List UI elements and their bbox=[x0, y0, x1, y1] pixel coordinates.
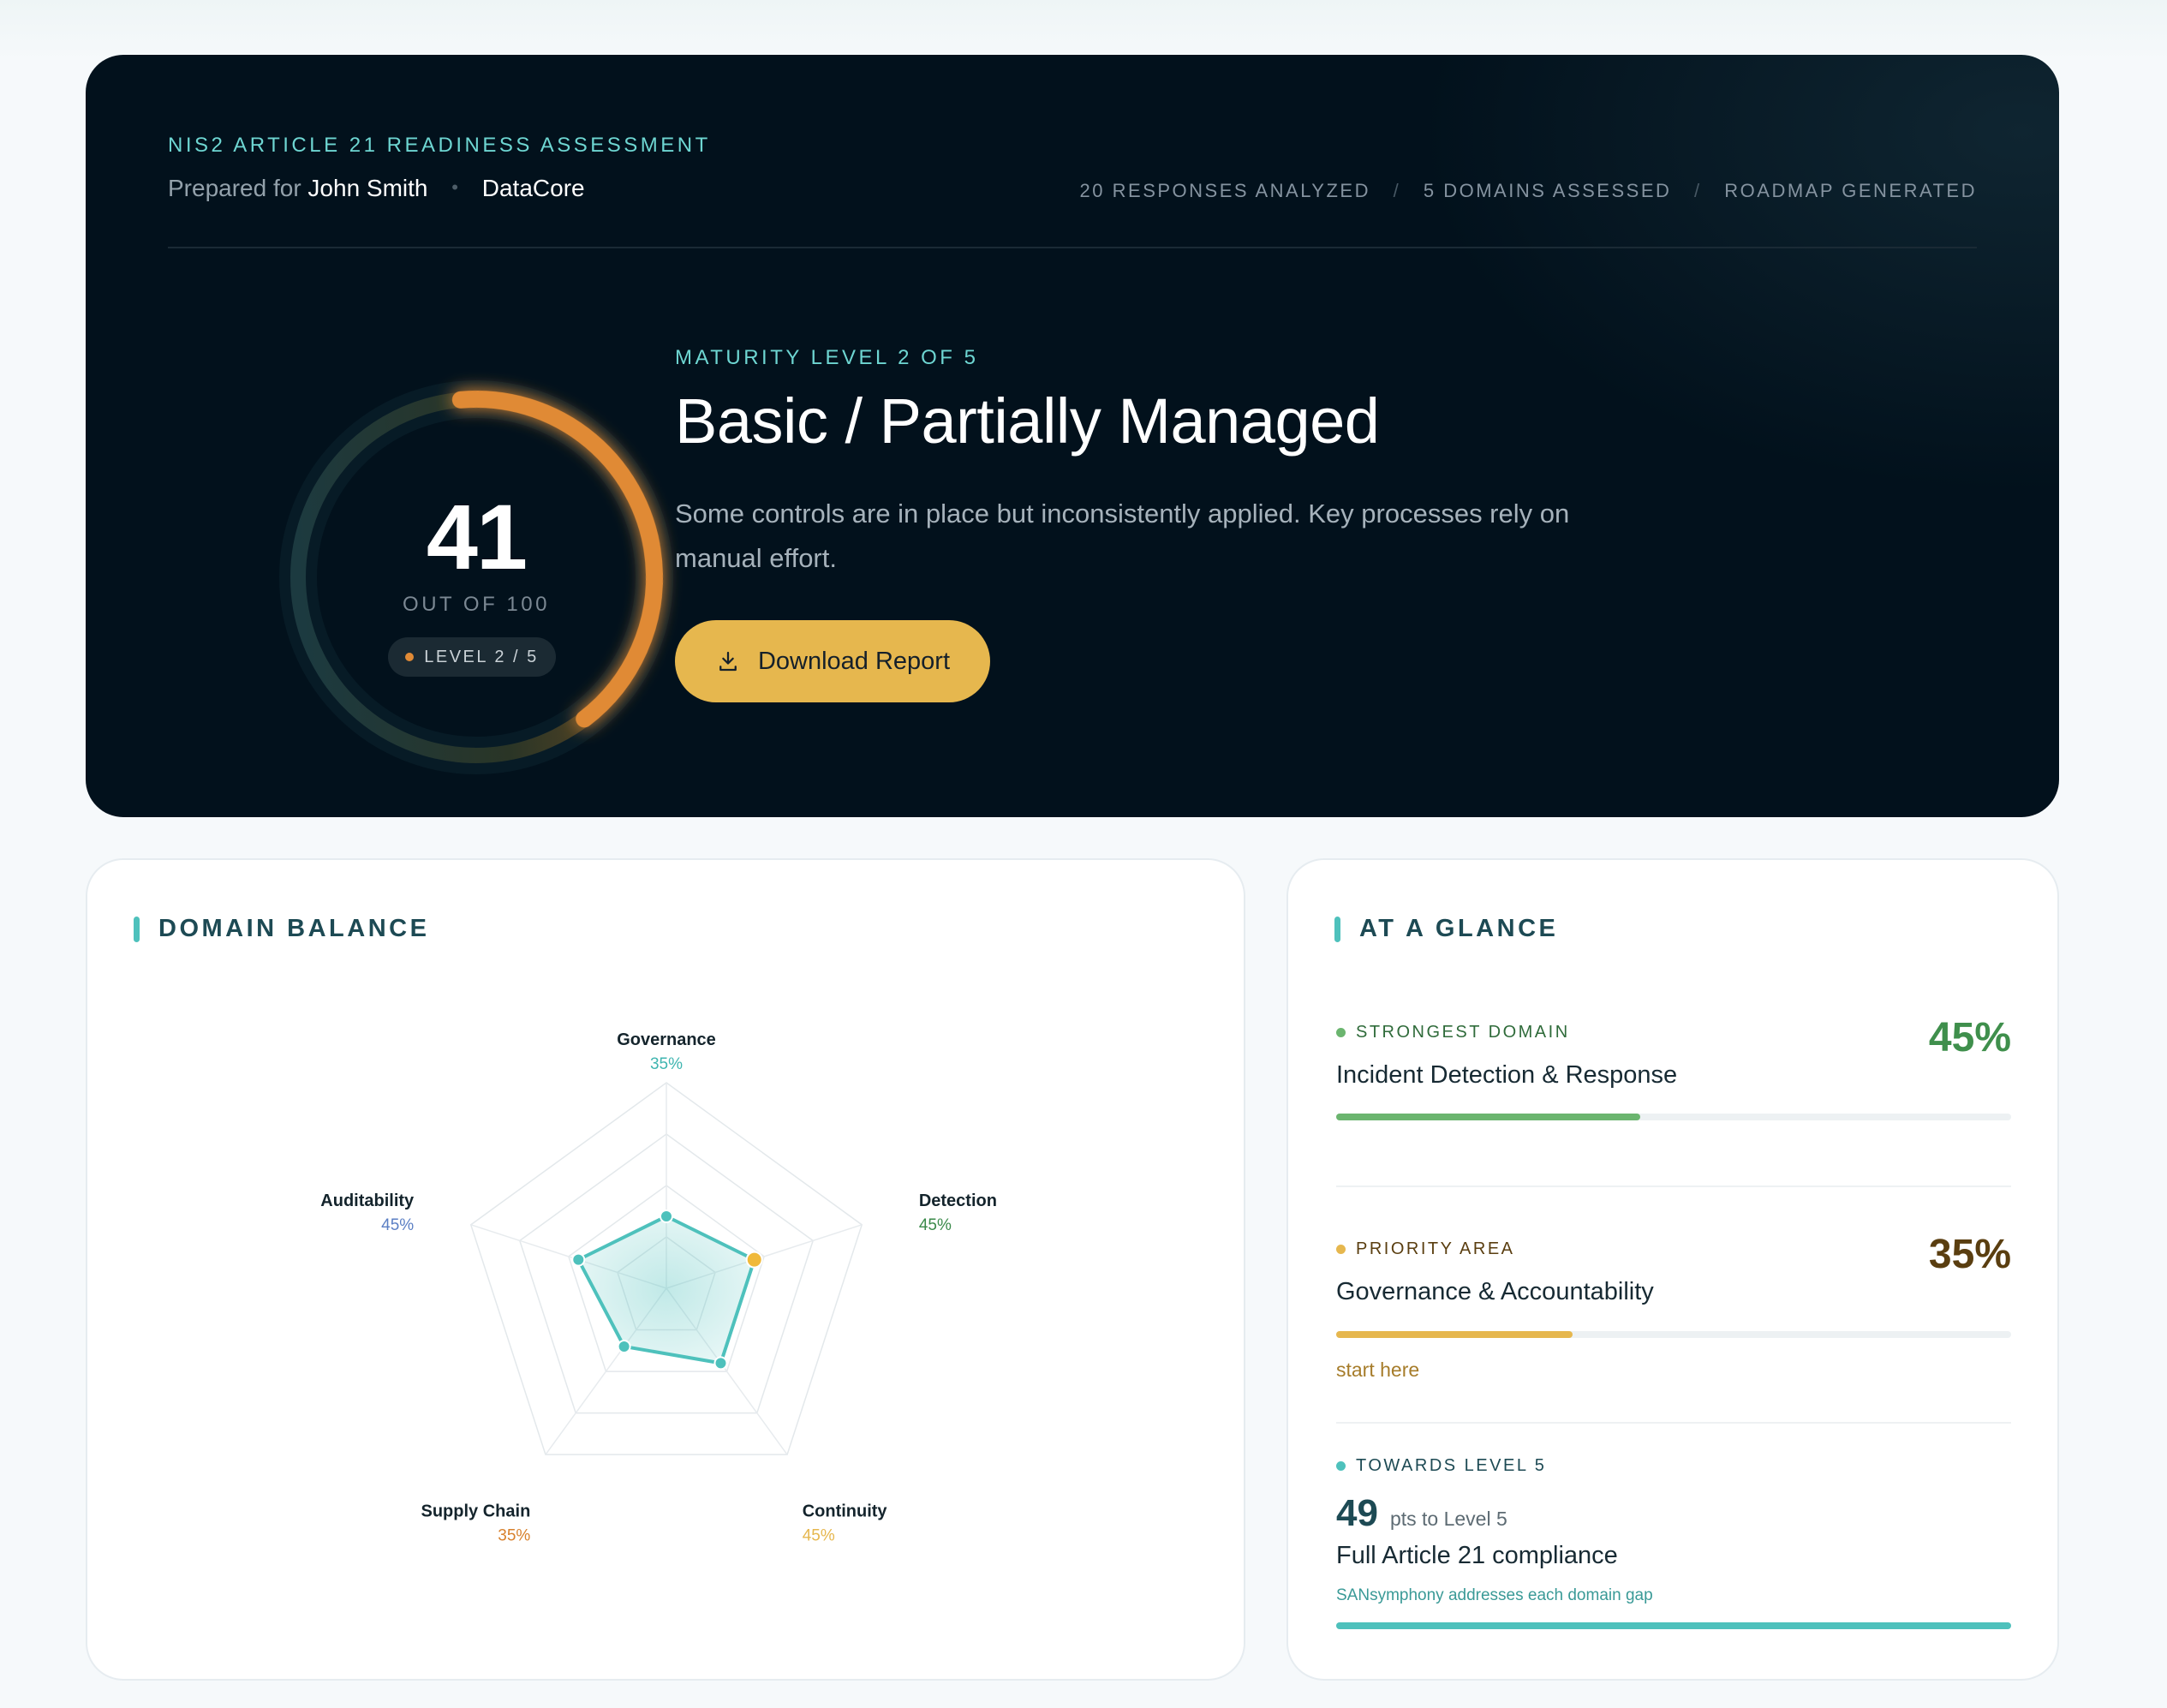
prepared-for-line: Prepared for John Smith • DataCore bbox=[168, 175, 585, 202]
radar-axis-label-continuity: Continuity bbox=[803, 1502, 888, 1520]
towards-level-item: TOWARDS LEVEL 5 bbox=[1336, 1456, 2011, 1476]
radar-value-label-supply-chain: 35% bbox=[498, 1526, 530, 1544]
at-a-glance-heading: AT A GLANCE bbox=[1334, 915, 1558, 943]
maturity-description: Some controls are in place but inconsist… bbox=[675, 499, 1570, 573]
assessment-hero: NIS2 ARTICLE 21 READINESS ASSESSMENT Pre… bbox=[86, 55, 2059, 817]
priority-area-item: PRIORITY AREA Governance & Accountabilit… bbox=[1336, 1232, 2011, 1306]
priority-area-percent: 35% bbox=[1928, 1232, 2011, 1277]
radar-point-governance bbox=[660, 1209, 673, 1223]
domain-balance-card: DOMAIN BALANCE Governance 35% Detection 45%… bbox=[86, 858, 1245, 1681]
points-remaining: 49 bbox=[1336, 1492, 1378, 1534]
strongest-domain-progress bbox=[1336, 1114, 2011, 1120]
glance-divider bbox=[1336, 1185, 2011, 1187]
status-dot-icon bbox=[1336, 1245, 1346, 1254]
maturity-eyebrow: MATURITY LEVEL 2 OF 5 bbox=[675, 346, 979, 369]
assessment-stats: 20 RESPONSES ANALYZED / 5 DOMAINS ASSESS… bbox=[1080, 180, 1977, 202]
towards-level-label-text: TOWARDS LEVEL 5 bbox=[1356, 1456, 1547, 1475]
priority-area-name: Governance & Accountability bbox=[1336, 1278, 1654, 1305]
download-report-button[interactable]: Download Report bbox=[675, 620, 990, 702]
prepared-prefix: Prepared for bbox=[168, 175, 301, 201]
assessment-eyebrow: NIS2 ARTICLE 21 READINESS ASSESSMENT bbox=[168, 134, 711, 157]
heading-accent-bar bbox=[1334, 916, 1340, 942]
stat-separator: / bbox=[1694, 180, 1702, 201]
level-pill: LEVEL 2 / 5 bbox=[388, 637, 556, 677]
status-dot-icon bbox=[1336, 1461, 1346, 1471]
domain-radar-chart: Governance 35% Detection 45% Continuity 45% Su… bbox=[320, 1030, 997, 1544]
priority-area-progress-fill bbox=[1336, 1331, 1573, 1338]
priority-area-label-text: PRIORITY AREA bbox=[1356, 1239, 1515, 1258]
strongest-domain-label-text: STRONGEST DOMAIN bbox=[1356, 1023, 1570, 1042]
stat-separator: / bbox=[1393, 180, 1401, 201]
stat-roadmap: ROADMAP GENERATED bbox=[1724, 180, 1977, 201]
radar-point-continuity bbox=[713, 1356, 728, 1371]
score-max-label: OUT OF 100 bbox=[403, 593, 550, 616]
radar-axis-label-detection: Detection bbox=[919, 1191, 997, 1210]
radar-point-detection bbox=[745, 1251, 763, 1269]
glance-divider bbox=[1336, 1422, 2011, 1424]
towards-level-progress bbox=[1336, 1622, 2011, 1629]
strongest-domain-label: STRONGEST DOMAIN bbox=[1336, 1023, 2011, 1042]
radar-axis-label-auditability: Auditability bbox=[320, 1191, 415, 1210]
towards-level-label: TOWARDS LEVEL 5 bbox=[1336, 1456, 2011, 1476]
download-report-label: Download Report bbox=[757, 647, 951, 675]
status-dot-icon bbox=[1336, 1028, 1346, 1037]
hero-divider bbox=[168, 247, 1977, 248]
radar-axis-label-governance: Governance bbox=[617, 1030, 716, 1049]
points-to-level: 49 pts to Level 5 bbox=[1336, 1492, 1507, 1535]
maturity-title: Basic / Partially Managed bbox=[675, 385, 1380, 457]
points-suffix: pts to Level 5 bbox=[1389, 1508, 1507, 1530]
page-top-fade bbox=[0, 0, 2167, 60]
level-pill-text: LEVEL 2 / 5 bbox=[424, 647, 539, 666]
radar-value-label-continuity: 45% bbox=[803, 1526, 835, 1544]
at-a-glance-card: AT A GLANCE STRONGEST DOMAIN Incident De… bbox=[1286, 858, 2059, 1681]
towards-level-subtext: SANsymphony addresses each domain gap bbox=[1336, 1586, 1653, 1604]
towards-level-progress-fill bbox=[1336, 1622, 2011, 1629]
radar-series-area bbox=[576, 1215, 756, 1365]
priority-area-label: PRIORITY AREA bbox=[1336, 1239, 2011, 1259]
download-icon bbox=[719, 651, 737, 672]
strongest-domain-name: Incident Detection & Response bbox=[1336, 1061, 1678, 1089]
score-value: 41 bbox=[426, 485, 528, 588]
towards-level-name: Full Article 21 compliance bbox=[1336, 1542, 1618, 1569]
strongest-domain-item: STRONGEST DOMAIN Incident Detection & Re… bbox=[1336, 1015, 2011, 1090]
score-gauge: 41 OUT OF 100 LEVEL 2 / 5 bbox=[168, 312, 699, 817]
radar-value-label-detection: 45% bbox=[919, 1216, 952, 1234]
priority-area-note: start here bbox=[1336, 1359, 1420, 1381]
radar-point-supply-chain bbox=[617, 1339, 631, 1353]
level-dot-icon bbox=[405, 653, 415, 661]
stat-domains: 5 DOMAINS ASSESSED bbox=[1423, 180, 1672, 201]
separator-dot: • bbox=[451, 176, 458, 198]
radar-value-label-governance: 35% bbox=[650, 1055, 683, 1073]
at-a-glance-title: AT A GLANCE bbox=[1359, 915, 1559, 942]
radar-axis-label-supply-chain: Supply Chain bbox=[421, 1502, 531, 1520]
prepared-company: DataCore bbox=[481, 175, 585, 201]
stat-responses: 20 RESPONSES ANALYZED bbox=[1079, 180, 1370, 201]
strongest-domain-progress-fill bbox=[1336, 1114, 1640, 1120]
strongest-domain-percent: 45% bbox=[1928, 1015, 2011, 1060]
prepared-person: John Smith bbox=[307, 175, 428, 201]
radar-point-auditability bbox=[571, 1252, 586, 1267]
priority-area-progress bbox=[1336, 1331, 2011, 1338]
radar-value-label-auditability: 45% bbox=[381, 1216, 414, 1234]
